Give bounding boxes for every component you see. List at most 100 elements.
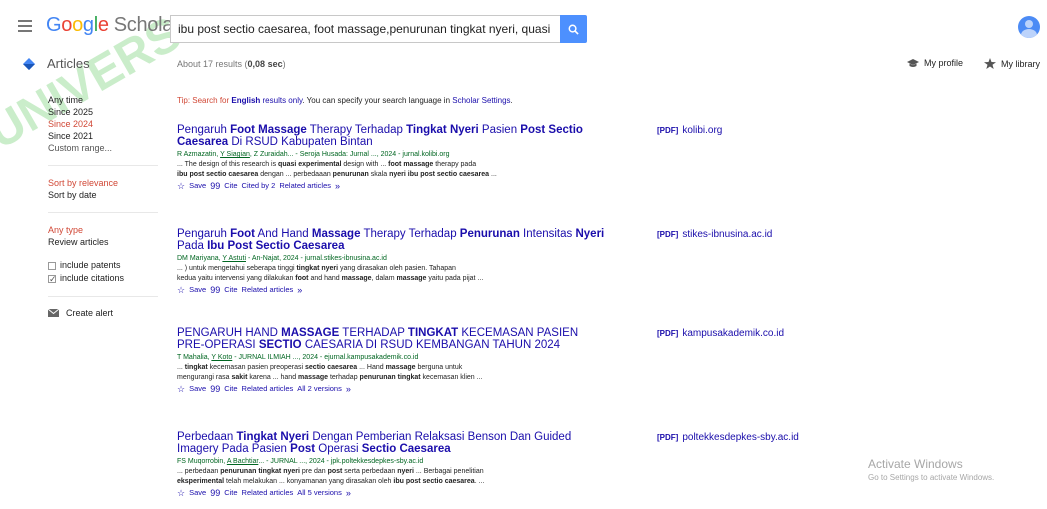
pdf-tag: [PDF] — [657, 433, 679, 442]
pdf-source: stikes-ibnusina.ac.id — [682, 229, 773, 240]
search-box[interactable] — [170, 15, 560, 43]
include-citations-checkbox[interactable] — [48, 273, 57, 286]
action-all-5-versions[interactable]: All 5 versions — [297, 488, 342, 498]
hamburger-menu-icon[interactable] — [18, 20, 32, 32]
star-icon — [984, 58, 996, 69]
type-review-articles[interactable]: Review articles — [48, 236, 158, 248]
include-group: include patents include citations — [48, 259, 158, 286]
more-icon[interactable]: » — [297, 285, 302, 295]
pdf-link[interactable]: [PDF] kolibi.org — [657, 125, 722, 136]
result-authors: T Mahalia, Y Koto - JURNAL ILMIAH ..., 2… — [177, 354, 419, 361]
type-group: Any type Review articles — [48, 224, 158, 248]
result-title[interactable]: PENGARUH HAND MASSAGE TERHADAP TINGKAT K… — [177, 327, 607, 351]
pdf-tag: [PDF] — [657, 126, 679, 135]
type-any[interactable]: Any type — [48, 224, 158, 236]
action-related-articles[interactable]: Related articles — [279, 181, 331, 191]
action-related-articles[interactable]: Related articles — [242, 285, 294, 295]
pdf-link[interactable]: [PDF] kampusakademik.co.id — [657, 328, 784, 339]
result-title[interactable]: Perbedaan Tingkat Nyeri Dengan Pemberian… — [177, 431, 607, 455]
pdf-link[interactable]: [PDF] stikes-ibnusina.ac.id — [657, 229, 772, 240]
result-authors: DM Mariyana, Y Astuti - An-Najat, 2024 -… — [177, 255, 387, 262]
action-cited-by-2[interactable]: Cited by 2 — [242, 181, 276, 191]
search-input[interactable] — [171, 16, 560, 42]
search-result: Pengaruh Foot Massage Therapy Terhadap T… — [177, 124, 607, 191]
result-snippet: ... tingkat kecemasan pasien preoperasi … — [177, 364, 463, 371]
header: Google Scholar — [0, 0, 1047, 52]
pdf-tag: [PDF] — [657, 329, 679, 338]
result-title[interactable]: Pengaruh Foot Massage Therapy Terhadap T… — [177, 124, 607, 148]
result-snippet: kedua yaitu intervensi yang dilakukan fo… — [177, 275, 484, 282]
articles-label: Articles — [47, 56, 90, 71]
include-patents-checkbox[interactable] — [48, 261, 56, 270]
result-actions: ☆ Save 99 Cite Cited by 2 Related articles » — [177, 181, 607, 191]
graduation-cap-icon — [907, 58, 919, 67]
result-snippet: ... ) untuk mengetahui seberapa tinggi t… — [177, 265, 456, 272]
action-save[interactable]: Save — [189, 384, 206, 394]
my-library-link[interactable]: My library — [984, 58, 1040, 69]
my-profile-link[interactable]: My profile — [907, 58, 963, 68]
activate-windows-notice: Activate Windows Go to Settings to activ… — [868, 457, 995, 482]
include-patents-row[interactable]: include patents — [48, 259, 158, 272]
filter-since-2024[interactable]: Since 2024 — [48, 118, 158, 130]
action-all-2-versions[interactable]: All 2 versions — [297, 384, 342, 394]
pdf-source: kolibi.org — [682, 125, 723, 136]
pdf-source: poltekkesdepkes-sby.ac.id — [682, 432, 799, 443]
star-outline-icon: ☆ — [177, 488, 186, 498]
scholar-settings-link[interactable]: Scholar Settings — [452, 96, 510, 105]
filter-since-2025[interactable]: Since 2025 — [48, 106, 158, 118]
result-snippet: ... The design of this research is quasi… — [177, 161, 477, 168]
result-actions: ☆ Save 99 Cite Related articles All 5 version… — [177, 488, 607, 498]
sort-by-date[interactable]: Sort by date — [48, 189, 158, 201]
google-scholar-logo[interactable]: Google Scholar — [46, 14, 180, 37]
more-icon[interactable]: » — [335, 181, 340, 191]
result-snippet: eksperimental telah melakukan ... konyam… — [177, 478, 485, 485]
search-icon — [568, 24, 579, 35]
action-related-articles[interactable]: Related articles — [242, 488, 294, 498]
include-citations-row[interactable]: include citations — [48, 272, 158, 286]
create-alert-link[interactable]: Create alert — [48, 308, 158, 318]
divider — [48, 296, 158, 297]
search-result: Perbedaan Tingkat Nyeri Dengan Pemberian… — [177, 431, 607, 498]
result-authors: R Azmazatin, Y Siagian, Z Zuraidah... - … — [177, 151, 450, 158]
articles-icon — [23, 58, 35, 70]
action-cite[interactable]: Cite — [224, 384, 237, 394]
more-icon[interactable]: » — [346, 488, 351, 498]
search-button[interactable] — [560, 15, 587, 43]
action-cite[interactable]: Cite — [224, 488, 237, 498]
filter-any-time[interactable]: Any time — [48, 94, 158, 106]
result-title[interactable]: Pengaruh Foot And Hand Massage Therapy T… — [177, 228, 607, 252]
result-snippet: ibu post sectio caesarea dengan ... perb… — [177, 171, 497, 178]
result-snippet: mengurangi rasa sakit karena ... hand ma… — [177, 374, 483, 381]
divider — [48, 165, 158, 166]
sub-header: Articles About 17 results (0,08 sec) My … — [0, 52, 1047, 76]
action-cite[interactable]: Cite — [224, 181, 237, 191]
pdf-source: kampusakademik.co.id — [682, 328, 785, 339]
result-actions: ☆ Save 99 Cite Related articles» — [177, 285, 607, 295]
action-save[interactable]: Save — [189, 181, 206, 191]
star-outline-icon: ☆ — [177, 384, 186, 394]
action-save[interactable]: Save — [189, 488, 206, 498]
language-tip: Tip: Search for English results only. Yo… — [177, 96, 513, 105]
quote-icon: 99 — [210, 285, 221, 295]
action-cite[interactable]: Cite — [224, 285, 237, 295]
sort-by-relevance[interactable]: Sort by relevance — [48, 177, 158, 189]
result-count: About 17 results (0,08 sec) — [177, 59, 286, 69]
account-avatar[interactable] — [1018, 16, 1040, 38]
more-icon[interactable]: » — [346, 384, 351, 394]
quote-icon: 99 — [210, 181, 221, 191]
filter-custom-range[interactable]: Custom range... — [48, 142, 158, 154]
envelope-icon — [48, 309, 59, 317]
action-save[interactable]: Save — [189, 285, 206, 295]
action-related-articles[interactable]: Related articles — [242, 384, 294, 394]
pdf-link[interactable]: [PDF] poltekkesdepkes-sby.ac.id — [657, 432, 799, 443]
search-result: PENGARUH HAND MASSAGE TERHADAP TINGKAT K… — [177, 327, 607, 394]
time-filter-group: Any time Since 2025 Since 2024 Since 202… — [48, 94, 158, 154]
divider — [48, 212, 158, 213]
quote-icon: 99 — [210, 384, 221, 394]
filter-since-2021[interactable]: Since 2021 — [48, 130, 158, 142]
result-authors: FS Muqorrobin, A Bachtiar... - JURNAL ..… — [177, 458, 424, 465]
english-results-link[interactable]: English — [231, 96, 260, 105]
result-actions: ☆ Save 99 Cite Related articles All 2 version… — [177, 384, 607, 394]
star-outline-icon: ☆ — [177, 181, 186, 191]
result-snippet: ... perbedaan penurunan tingkat nyeri pr… — [177, 468, 484, 475]
